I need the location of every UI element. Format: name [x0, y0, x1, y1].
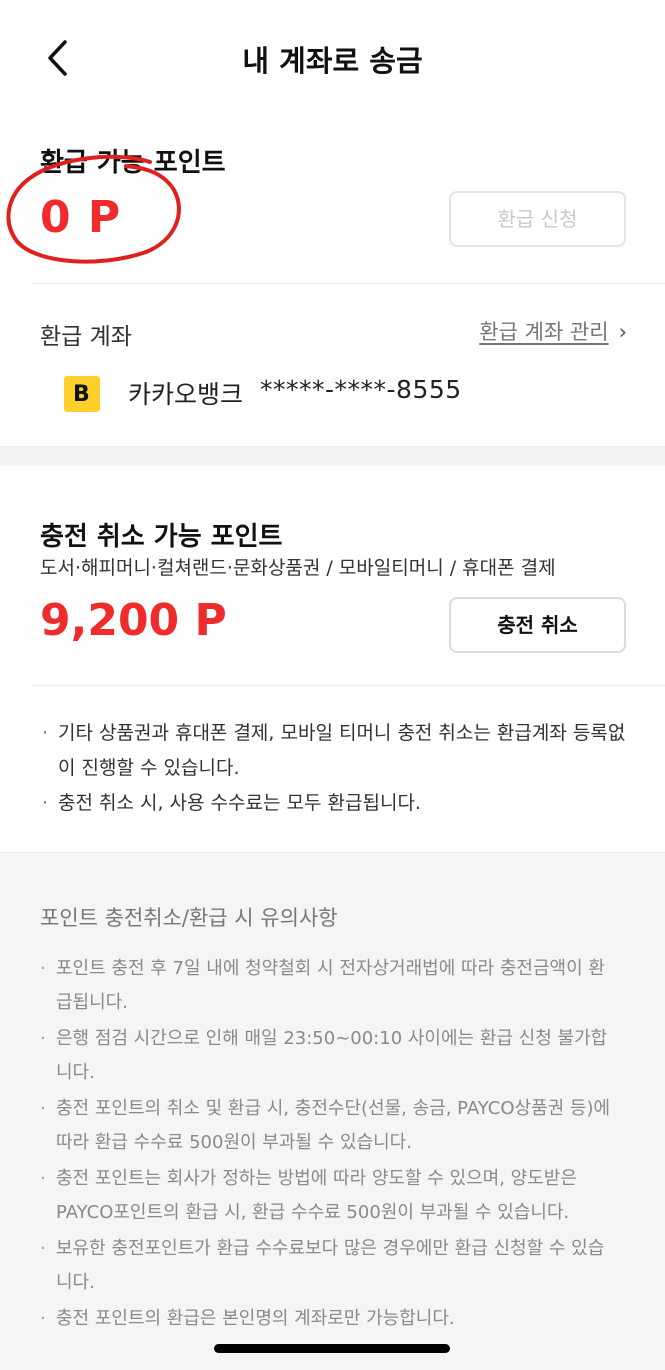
- list-item: 충전 포인트의 환급은 본인명의 계좌로만 가능합니다.: [38, 1302, 618, 1336]
- refund-points-label: 환급 가능 포인트: [40, 148, 226, 178]
- charge-cancel-methods: 도서·해피머니·컬쳐랜드·문화상품권 / 모바일티머니 / 휴대폰 결제: [40, 557, 556, 579]
- list-item: 은행 점검 시간으로 인해 매일 23:50~00:10 사이에는 환급 신청 …: [38, 1022, 618, 1090]
- list-item: 보유한 충전포인트가 환급 수수료보다 많은 경우에만 환급 신청할 수 있습니…: [38, 1232, 618, 1300]
- refund-account-label: 환급 계좌: [40, 324, 132, 350]
- manage-account-link[interactable]: 환급 계좌 관리 ›: [479, 316, 627, 346]
- list-item: 충전 포인트의 취소 및 환급 시, 충전수단(선물, 송금, PAYCO상품권…: [38, 1092, 618, 1160]
- notice-list: 포인트 충전 후 7일 내에 청약철회 시 전자상거래법에 따라 충전금액이 환…: [38, 952, 618, 1338]
- charge-cancel-info-list: 기타 상품권과 휴대폰 결제, 모바일 티머니 충전 취소는 환급계좌 등록없이…: [40, 716, 630, 821]
- home-indicator[interactable]: [214, 1344, 450, 1353]
- bank-name: 카카오뱅크: [128, 380, 244, 409]
- divider: [32, 283, 665, 284]
- refund-request-button[interactable]: 환급 신청: [449, 191, 626, 247]
- header: 내 계좌로 송금: [0, 0, 665, 116]
- bank-logo-letter: B: [73, 382, 90, 407]
- page-title: 내 계좌로 송금: [242, 44, 423, 78]
- refund-points-value: 0 P: [40, 192, 122, 243]
- list-item: 포인트 충전 후 7일 내에 청약철회 시 전자상거래법에 따라 충전금액이 환…: [38, 952, 618, 1020]
- list-item: 충전 포인트는 회사가 정하는 방법에 따라 양도할 수 있으며, 양도받은 P…: [38, 1162, 618, 1230]
- account-number: *****-****-8555: [260, 375, 462, 404]
- notice-title: 포인트 충전취소/환급 시 유의사항: [40, 906, 338, 930]
- chevron-right-icon: ›: [618, 320, 627, 344]
- kakaobank-logo-icon: B: [64, 376, 100, 412]
- charge-cancel-button[interactable]: 충전 취소: [449, 597, 626, 653]
- manage-account-label: 환급 계좌 관리: [479, 320, 609, 344]
- divider: [32, 685, 665, 686]
- charge-cancel-title: 충전 취소 가능 포인트: [40, 522, 283, 552]
- section-separator: [0, 446, 665, 466]
- charge-cancel-points-value: 9,200 P: [40, 595, 227, 646]
- list-item: 기타 상품권과 휴대폰 결제, 모바일 티머니 충전 취소는 환급계좌 등록없이…: [40, 716, 630, 786]
- list-item: 충전 취소 시, 사용 수수료는 모두 환급됩니다.: [40, 786, 630, 821]
